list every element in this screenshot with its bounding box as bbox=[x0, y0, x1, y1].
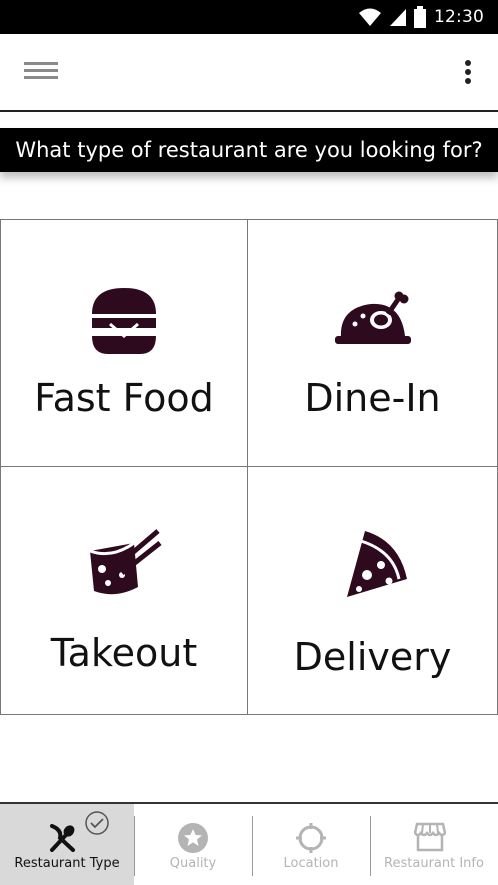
pizza-slice-icon bbox=[346, 531, 407, 597]
nav-tab-quality[interactable]: Quality bbox=[134, 804, 252, 885]
status-time: 12:30 bbox=[434, 7, 484, 27]
bottom-navigation: Restaurant Type Quality Location Restaur… bbox=[0, 802, 498, 885]
status-icons: 12:30 bbox=[358, 0, 484, 34]
wifi-icon bbox=[359, 8, 381, 26]
category-label: Delivery bbox=[293, 635, 452, 679]
category-grid: Fast Food Dine-In Takeout Delivery bbox=[0, 219, 498, 715]
question-text: What type of restaurant are you looking … bbox=[15, 138, 483, 162]
storefront-icon bbox=[414, 822, 446, 852]
star-icon bbox=[178, 823, 208, 853]
takeout-box-chopsticks-icon bbox=[89, 529, 162, 595]
nav-label: Restaurant Type bbox=[14, 856, 120, 871]
nav-tab-restaurant-type[interactable]: Restaurant Type bbox=[0, 804, 134, 885]
status-bar: 12:30 bbox=[0, 0, 498, 34]
fork-knife-icon bbox=[50, 824, 75, 852]
crosshair-icon bbox=[296, 823, 326, 853]
roast-chicken-icon bbox=[334, 291, 411, 344]
category-label: Fast Food bbox=[34, 376, 214, 420]
category-tile-takeout[interactable]: Takeout bbox=[0, 467, 248, 715]
hamburger-menu-icon[interactable] bbox=[24, 62, 60, 84]
battery-icon bbox=[414, 6, 426, 28]
category-label: Dine-In bbox=[304, 376, 441, 420]
nav-tab-restaurant-info[interactable]: Restaurant Info bbox=[370, 804, 498, 885]
check-circle-icon bbox=[85, 811, 109, 835]
restaurant-finder-screen: 12:30 What type of restaurant are you lo… bbox=[0, 0, 498, 885]
signal-icon bbox=[390, 9, 406, 26]
nav-tab-location[interactable]: Location bbox=[252, 804, 370, 885]
category-tile-fast-food[interactable]: Fast Food bbox=[0, 219, 248, 467]
question-banner: What type of restaurant are you looking … bbox=[0, 128, 498, 172]
app-bar bbox=[0, 34, 498, 112]
more-vert-icon[interactable] bbox=[462, 58, 474, 88]
burger-icon bbox=[92, 288, 156, 354]
category-tile-delivery[interactable]: Delivery bbox=[248, 467, 498, 715]
category-tile-dine-in[interactable]: Dine-In bbox=[248, 219, 498, 467]
nav-label: Location bbox=[283, 856, 339, 871]
category-label: Takeout bbox=[50, 631, 198, 675]
nav-label: Restaurant Info bbox=[384, 856, 484, 871]
nav-label: Quality bbox=[169, 856, 217, 871]
